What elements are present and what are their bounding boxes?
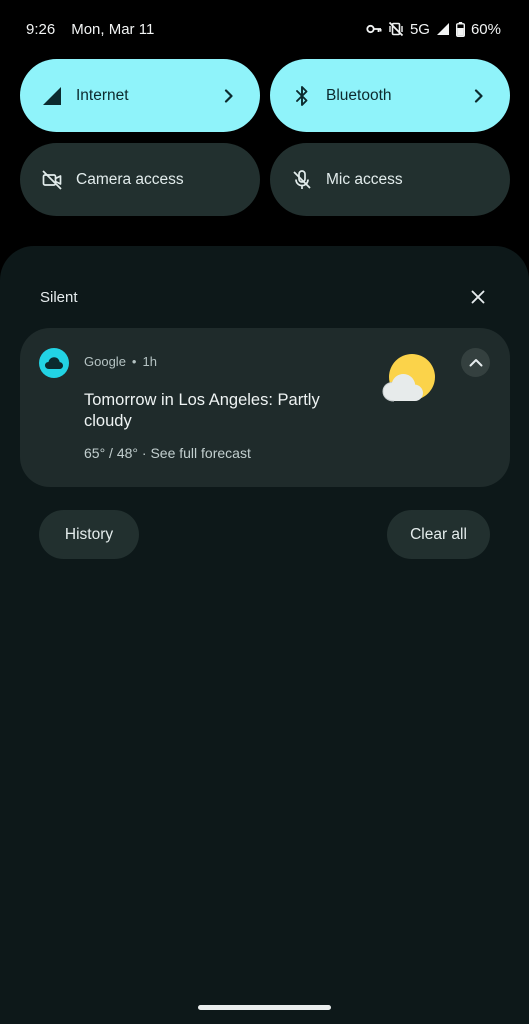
bluetooth-icon [290,84,314,108]
status-bar: 9:26 Mon, Mar 11 5G 60% [0,0,529,58]
tile-camera-access-label: Camera access [76,170,184,188]
cloud-icon [39,348,69,378]
signal-icon [40,84,64,108]
tile-internet-label: Internet [76,86,129,104]
mic-off-icon [290,168,314,192]
camera-off-icon [40,168,64,192]
notification-card-weather[interactable]: Google • 1h Tomorrow in Los Angeles: Par… [20,328,510,487]
home-gesture-bar[interactable] [198,1005,331,1010]
vpn-key-icon [366,23,382,35]
clock: 9:26 [26,20,56,38]
tile-mic-access-label: Mic access [326,170,403,188]
collapse-button[interactable] [461,348,490,377]
android-notification-shade: 9:26 Mon, Mar 11 5G 60% Internet Bluetoo… [0,0,529,1024]
notification-app-name: Google [84,354,126,369]
notification-body: 65° / 48° · See full forecast [84,445,251,461]
notification-separator: • [131,354,137,369]
close-icon[interactable] [467,286,489,308]
history-button[interactable]: History [39,510,139,559]
signal-icon [436,22,450,36]
notification-shade: Silent Google • 1h Tomorrow in Los Angel… [0,246,529,1024]
date: Mon, Mar 11 [71,20,155,38]
chevron-right-icon [470,87,488,105]
status-right: 5G 60% [366,21,501,38]
chevron-up-icon [469,354,483,372]
partly-cloudy-icon [382,350,438,406]
notification-time: 1h [142,354,157,369]
section-title-silent: Silent [40,288,78,306]
chevron-right-icon [220,87,238,105]
battery-icon [455,21,465,37]
battery-percent: 60% [470,20,501,38]
network-type: 5G [409,20,430,38]
tile-bluetooth[interactable]: Bluetooth [270,59,510,132]
tile-internet[interactable]: Internet [20,59,260,132]
tile-mic-access[interactable]: Mic access [270,143,510,216]
tile-camera-access[interactable]: Camera access [20,143,260,216]
status-left: 9:26 Mon, Mar 11 [26,21,154,38]
tile-bluetooth-label: Bluetooth [326,86,392,104]
notification-section-header: Silent [40,286,489,308]
clear-all-button[interactable]: Clear all [387,510,490,559]
notification-meta: Google • 1h [84,354,157,369]
vibrate-off-icon [388,21,404,37]
notification-title: Tomorrow in Los Angeles: Partly cloudy [84,391,320,430]
